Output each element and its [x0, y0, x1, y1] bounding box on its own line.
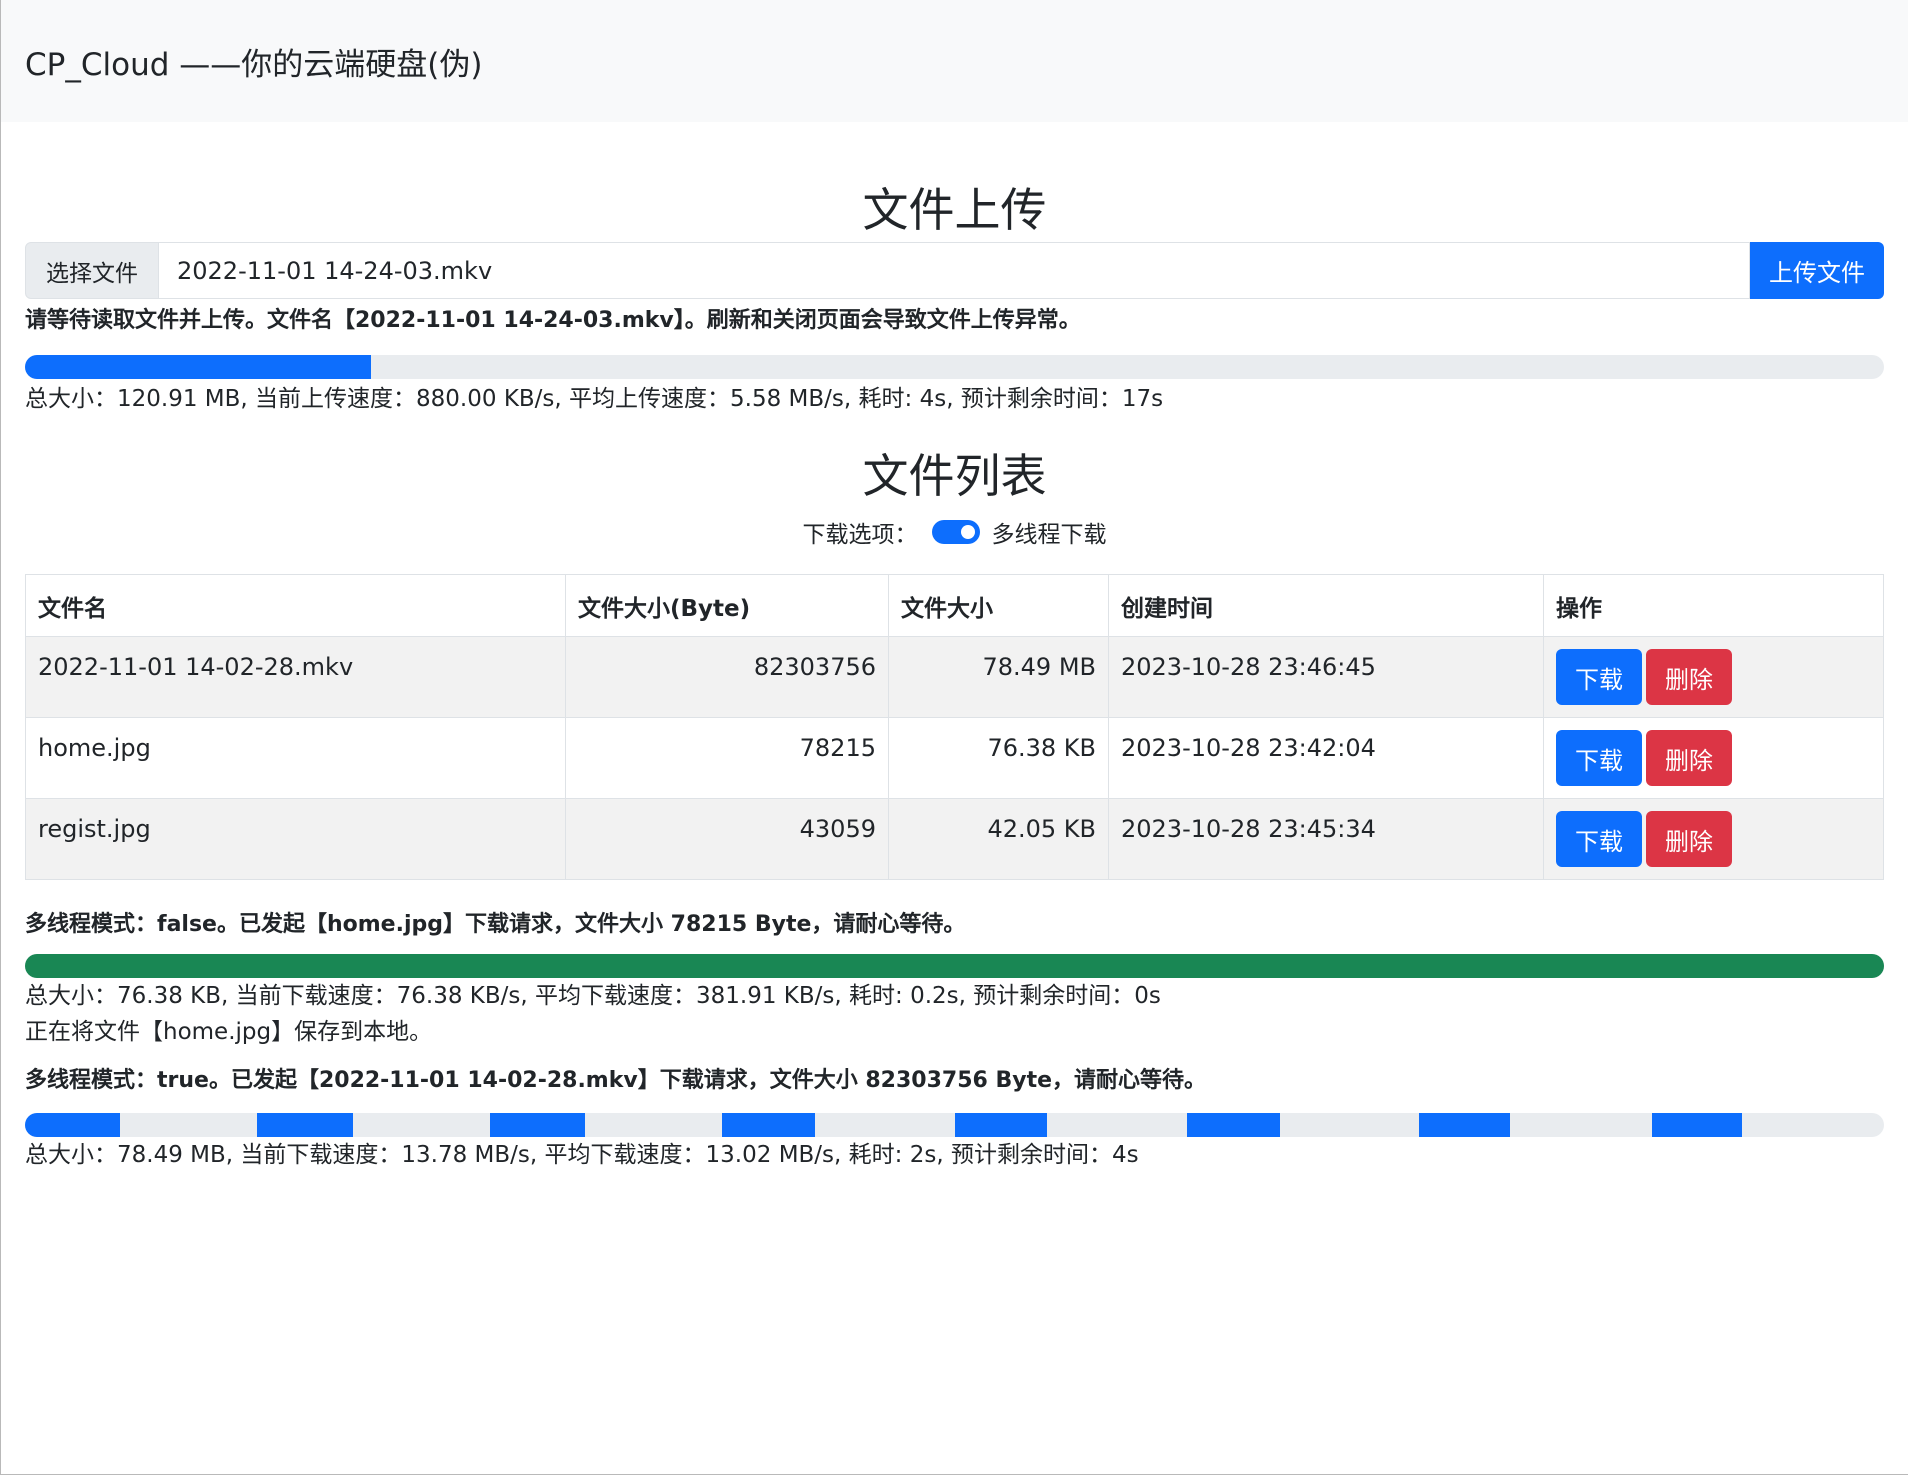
- file-bytes-cell: 82303756: [565, 636, 889, 718]
- table-row: regist.jpg 43059 42.05 KB 2023-10-28 23:…: [25, 798, 1884, 880]
- file-name-cell: 2022-11-01 14-02-28.mkv: [25, 636, 566, 718]
- download-stats-1: 总大小：76.38 KB, 当前下载速度：76.38 KB/s, 平均下载速度：…: [25, 983, 1161, 1009]
- chunk-progress-segment: [257, 1113, 353, 1137]
- file-upload-group: 选择文件 2022-11-01 14-24-03.mkv 上传文件: [25, 242, 1884, 299]
- multithread-toggle-label[interactable]: 多线程下载: [992, 515, 1107, 549]
- download-progress-bar-2: [25, 1113, 1884, 1137]
- file-created-cell: 2023-10-28 23:46:45: [1108, 636, 1544, 718]
- upload-section-title: 文件上传: [862, 183, 1047, 237]
- table-row: 2022-11-01 14-02-28.mkv 82303756 78.49 M…: [25, 636, 1884, 718]
- choose-file-button[interactable]: 选择文件: [25, 242, 159, 299]
- file-created-cell: 2023-10-28 23:42:04: [1108, 717, 1544, 799]
- file-size-cell: 78.49 MB: [888, 636, 1109, 718]
- delete-button[interactable]: 删除: [1646, 649, 1732, 705]
- selected-file-name[interactable]: 2022-11-01 14-24-03.mkv: [159, 242, 1750, 299]
- chunk-progress-segment: [25, 1113, 121, 1137]
- file-actions-cell: 下载 删除: [1543, 717, 1884, 799]
- upload-stats: 总大小：120.91 MB, 当前上传速度：880.00 KB/s, 平均上传速…: [25, 386, 1164, 412]
- download-button[interactable]: 下载: [1556, 811, 1642, 867]
- download-stats-2: 总大小：78.49 MB, 当前下载速度：13.78 MB/s, 平均下载速度：…: [25, 1142, 1139, 1168]
- download-button[interactable]: 下载: [1556, 730, 1642, 786]
- chunk-progress-segment: [1419, 1113, 1510, 1137]
- download-message-1: 多线程模式：false。已发起【home.jpg】下载请求，文件大小 78215…: [25, 912, 966, 937]
- file-bytes-cell: 43059: [565, 798, 889, 880]
- delete-button[interactable]: 删除: [1646, 811, 1732, 867]
- upload-progress-fill: [25, 355, 371, 379]
- chunk-progress-segment: [1186, 1113, 1280, 1137]
- upload-progress-bar: [25, 355, 1884, 379]
- column-header-actions: 操作: [1543, 574, 1884, 637]
- brand-title[interactable]: CP_Cloud ——你的云端硬盘(伪): [25, 39, 482, 84]
- download-note-1: 正在将文件【home.jpg】保存到本地。: [25, 1019, 433, 1045]
- file-list-title: 文件列表: [862, 449, 1047, 503]
- toggle-knob: [960, 525, 975, 539]
- file-size-cell: 42.05 KB: [888, 798, 1109, 880]
- download-progress-fill-1: [25, 954, 1884, 978]
- file-actions-cell: 下载 删除: [1543, 636, 1884, 718]
- chunk-progress-segment: [489, 1113, 586, 1137]
- table-row: home.jpg 78215 76.38 KB 2023-10-28 23:42…: [25, 717, 1884, 799]
- download-options: 下载选项： 多线程下载: [25, 513, 1884, 551]
- file-name-cell: regist.jpg: [25, 798, 566, 880]
- file-name-cell: home.jpg: [25, 717, 566, 799]
- download-option-label: 下载选项：: [802, 522, 918, 548]
- column-header-bytes: 文件大小(Byte): [565, 574, 889, 637]
- download-button[interactable]: 下载: [1556, 649, 1642, 705]
- download-message-2: 多线程模式：true。已发起【2022-11-01 14-02-28.mkv】下…: [25, 1068, 1207, 1093]
- upload-button[interactable]: 上传文件: [1750, 242, 1884, 299]
- file-table: 文件名 文件大小(Byte) 文件大小 创建时间 操作 2022-11-01 1…: [25, 574, 1884, 880]
- file-bytes-cell: 78215: [565, 717, 889, 799]
- file-actions-cell: 下载 删除: [1543, 798, 1884, 880]
- file-created-cell: 2023-10-28 23:45:34: [1108, 798, 1544, 880]
- navbar: CP_Cloud ——你的云端硬盘(伪): [1, 0, 1908, 122]
- chunk-progress-segment: [722, 1113, 816, 1137]
- download-progress-bar-1: [25, 954, 1884, 978]
- main-container: 文件上传 选择文件 2022-11-01 14-24-03.mkv 上传文件 请…: [1, 178, 1908, 1173]
- table-header-row: 文件名 文件大小(Byte) 文件大小 创建时间 操作: [25, 574, 1884, 637]
- upload-message: 请等待读取文件并上传。文件名【2022-11-01 14-24-03.mkv】。…: [25, 308, 1081, 333]
- chunk-progress-segment: [1651, 1113, 1743, 1137]
- column-header-size: 文件大小: [888, 574, 1109, 637]
- delete-button[interactable]: 删除: [1646, 730, 1732, 786]
- chunk-progress-segment: [954, 1113, 1048, 1137]
- column-header-created: 创建时间: [1108, 574, 1544, 637]
- file-size-cell: 76.38 KB: [888, 717, 1109, 799]
- column-header-name: 文件名: [25, 574, 566, 637]
- multithread-toggle[interactable]: [931, 520, 980, 544]
